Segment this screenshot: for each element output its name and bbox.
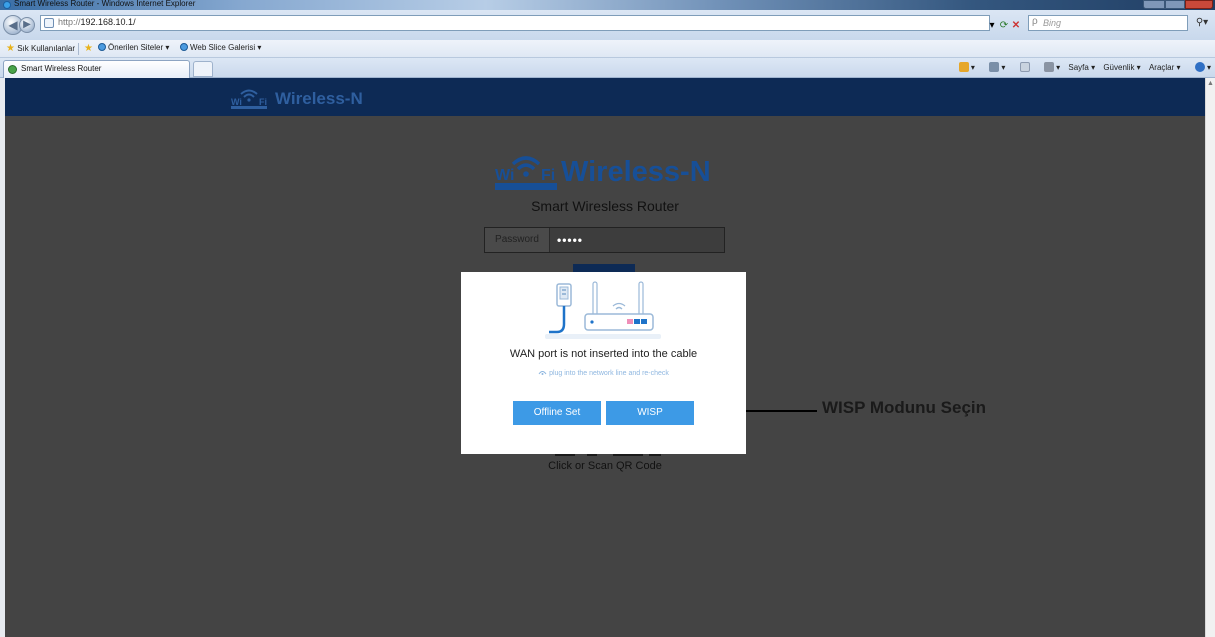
search-placeholder: Bing — [1043, 18, 1062, 28]
mail-icon[interactable] — [1014, 62, 1030, 72]
window-titlebar: Smart Wireless Router - Windows Internet… — [0, 0, 1215, 10]
svg-text:Fi: Fi — [541, 167, 555, 184]
add-favorite-button[interactable]: ★ — [84, 43, 93, 54]
command-bar: ▾ ▾ ▾ Sayfa ▾ Güvenlik ▾ Araçlar ▾ ▾ — [947, 62, 1211, 72]
qr-code-text[interactable]: Click or Scan QR Code — [5, 460, 1205, 472]
wifi-logo-icon: Wi Fi — [495, 156, 557, 190]
wifi-logo-icon: Wi Fi — [231, 89, 267, 109]
window-controls — [1143, 0, 1213, 10]
maximize-button[interactable] — [1165, 0, 1185, 9]
address-url: http://192.168.10.1/ — [58, 17, 136, 27]
help-icon[interactable]: ▾ — [1189, 62, 1211, 72]
tab-row: Smart Wireless Router ▾ ▾ ▾ Sayfa ▾ Güve… — [0, 58, 1215, 78]
ie-page-icon — [98, 43, 106, 51]
stop-icon[interactable]: ✕ — [1010, 19, 1022, 33]
wan-warning-hint: plug into the network line and re-check — [461, 369, 746, 377]
print-icon[interactable]: ▾ — [1038, 62, 1060, 72]
search-icon[interactable]: ⚲▾ — [1192, 15, 1212, 31]
tab-label: Smart Wireless Router — [21, 64, 102, 73]
password-input[interactable]: ••••• — [557, 233, 583, 247]
address-bar[interactable]: http://192.168.10.1/ — [40, 15, 990, 31]
add-star-icon: ★ — [84, 43, 93, 54]
ie-logo-icon — [3, 1, 11, 9]
tools-menu[interactable]: Araçlar ▾ — [1149, 63, 1181, 72]
scroll-up-arrow-icon[interactable]: ▲ — [1207, 80, 1214, 87]
svg-text:Wi: Wi — [231, 97, 242, 107]
feeds-icon[interactable]: ▾ — [983, 62, 1005, 72]
svg-text:Fi: Fi — [259, 97, 267, 107]
address-row: ◀ ▶ http://192.168.10.1/ ▾ ⟳ ✕ ρ Bing ⚲▾ — [0, 10, 1215, 40]
home-icon[interactable]: ▾ — [953, 62, 975, 72]
search-input[interactable]: ρ Bing — [1028, 15, 1188, 31]
offline-set-button[interactable]: Offline Set — [513, 401, 601, 425]
wan-warning-dialog: WAN port is not inserted into the cable … — [461, 272, 746, 454]
ie-page-icon — [180, 43, 188, 51]
minimize-button[interactable] — [1143, 0, 1165, 9]
favorites-button[interactable]: ★ Sık Kullanılanlar — [6, 43, 75, 54]
password-label: Password — [485, 228, 550, 252]
suggested-sites-link[interactable]: Önerilen Siteler ▾ — [98, 43, 169, 52]
login-brand: Wireless-N — [561, 156, 711, 188]
window-title: Smart Wireless Router - Windows Internet… — [14, 0, 196, 8]
page-header: Wi Fi Wireless-N — [5, 78, 1205, 116]
svg-text:Wi: Wi — [495, 167, 514, 184]
router-cable-icon — [545, 281, 661, 339]
login-logo: Wi Fi Wireless-N — [493, 150, 723, 194]
header-brand: Wireless-N — [275, 89, 363, 108]
favorites-divider — [78, 43, 79, 55]
page-icon — [44, 18, 54, 28]
web-slice-gallery-label: Web Slice Galerisi ▾ — [190, 43, 262, 52]
page-menu[interactable]: Sayfa ▾ — [1068, 63, 1095, 72]
search-provider-icon: ρ — [1032, 16, 1038, 27]
suggested-sites-label: Önerilen Siteler ▾ — [108, 43, 170, 52]
vertical-scrollbar[interactable]: ▲ — [1205, 78, 1215, 637]
safety-menu[interactable]: Güvenlik ▾ — [1103, 63, 1140, 72]
new-tab-button[interactable] — [193, 61, 213, 77]
address-tools: ▾ ⟳ ✕ — [986, 15, 1024, 31]
dropdown-arrow-icon[interactable]: ▾ — [986, 19, 998, 33]
forward-button[interactable]: ▶ — [19, 17, 35, 33]
page-viewport: ▲ Wi Fi Wireless-N Wi Fi Wireless-N Smar… — [0, 78, 1215, 637]
wisp-button[interactable]: WISP — [606, 401, 694, 425]
refresh-icon[interactable]: ⟳ — [998, 19, 1010, 33]
favorites-bar: ★ Sık Kullanılanlar ★ Önerilen Siteler ▾… — [0, 40, 1215, 58]
router-page: Wi Fi Wireless-N Wi Fi Wireless-N Smart … — [5, 78, 1205, 637]
star-icon: ★ — [6, 43, 15, 54]
login-subtitle: Smart Wiresless Router — [531, 198, 679, 214]
wan-warning-message: WAN port is not inserted into the cable — [509, 348, 698, 360]
url-host: 192.168.10.1/ — [80, 17, 136, 27]
tab-favicon-icon — [8, 65, 17, 74]
favorites-label: Sık Kullanılanlar — [17, 44, 76, 53]
annotation-text: WISP Modunu Seçin — [822, 398, 987, 417]
password-field[interactable]: Password ••••• — [484, 227, 725, 253]
plug-hint-icon — [538, 371, 547, 375]
url-protocol: http:// — [58, 17, 81, 27]
web-slice-gallery-link[interactable]: Web Slice Galerisi ▾ — [180, 43, 261, 52]
close-window-button[interactable] — [1185, 0, 1213, 9]
tab-smart-wireless-router[interactable]: Smart Wireless Router — [3, 60, 190, 78]
hint-text: plug into the network line and re-check — [549, 370, 669, 377]
